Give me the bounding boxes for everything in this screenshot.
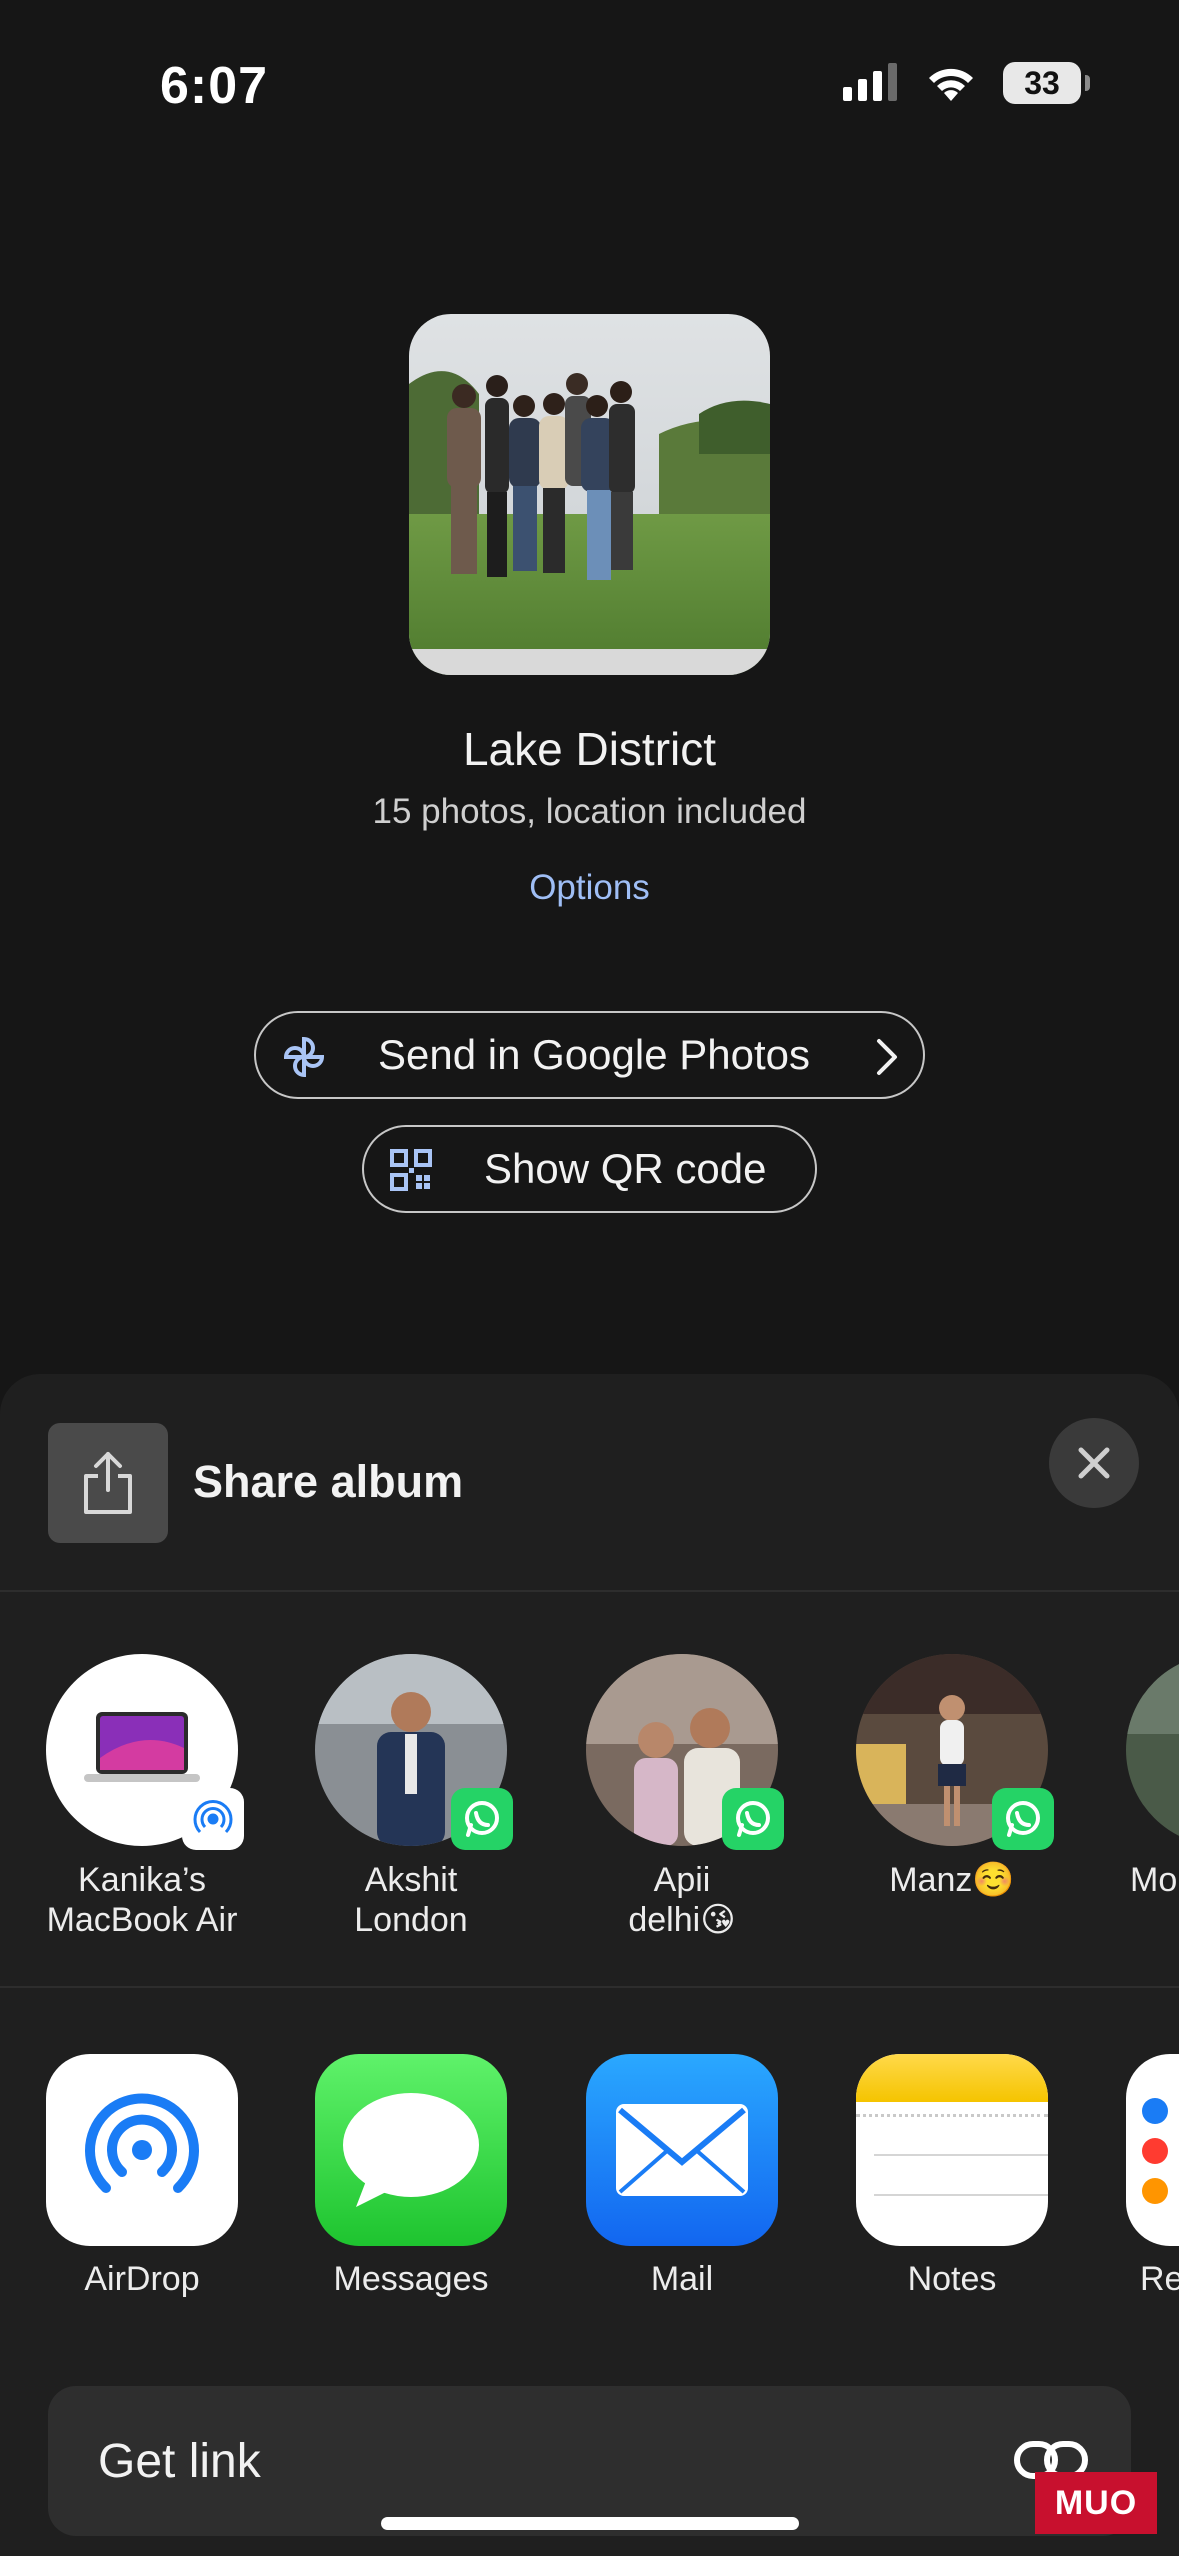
group-photo-image — [409, 314, 770, 675]
avatar — [46, 1654, 244, 1850]
app-mail[interactable]: Mail — [586, 2054, 778, 2299]
qr-code-icon — [390, 1149, 432, 1191]
reminders-icon — [1126, 2054, 1179, 2246]
album-cover-photo[interactable] — [409, 314, 770, 675]
screen: 6:07 33 Lake District 15 photos, locatio… — [0, 0, 1179, 2556]
share-target-person[interactable]: Mo — [1126, 1654, 1179, 1900]
show-qr-code-button[interactable]: Show QR code — [362, 1125, 817, 1213]
divider — [0, 1590, 1179, 1592]
share-target-person[interactable]: Apii delhi😘 — [586, 1654, 784, 1940]
close-button[interactable] — [1049, 1418, 1139, 1508]
app-label: Notes — [907, 2260, 997, 2298]
divider — [0, 1986, 1179, 1988]
app-reminders[interactable]: Re — [1126, 2054, 1179, 2299]
cellular-signal-icon — [843, 63, 897, 101]
airdrop-badge-icon — [182, 1788, 244, 1850]
app-messages[interactable]: Messages — [315, 2054, 507, 2299]
avatar — [586, 1654, 784, 1850]
whatsapp-icon — [451, 1788, 513, 1850]
app-label: Re — [1140, 2260, 1179, 2298]
album-title: Lake District — [462, 723, 717, 775]
close-icon — [1078, 1447, 1110, 1479]
home-indicator — [381, 2517, 799, 2530]
person-name: Mo — [1130, 1861, 1178, 1899]
qr-label: Show QR code — [484, 1145, 767, 1192]
avatar — [1126, 1654, 1179, 1846]
person-name: Kanika’s MacBook Air — [46, 1861, 238, 1939]
share-target-person[interactable]: Akshit London — [315, 1654, 513, 1940]
avatar — [856, 1654, 1054, 1850]
chevron-right-icon — [873, 1035, 901, 1079]
person-name: Akshit London — [354, 1861, 468, 1939]
avatar — [315, 1654, 513, 1850]
share-target-person[interactable]: Manz☺️ — [856, 1654, 1054, 1900]
share-sheet: Share album — [0, 1374, 1179, 2556]
app-label: Mail — [650, 2260, 714, 2298]
whatsapp-icon — [992, 1788, 1054, 1850]
person-name: Manz☺️ — [889, 1861, 1015, 1899]
app-label: Messages — [333, 2260, 489, 2298]
status-time: 6:07 — [160, 57, 269, 115]
options-link[interactable]: Options — [0, 868, 1179, 908]
person-name: Apii delhi😘 — [628, 1861, 736, 1939]
battery-indicator: 33 — [1003, 62, 1090, 104]
album-subtitle: 15 photos, location included — [372, 792, 807, 831]
whatsapp-icon — [722, 1788, 784, 1850]
muo-watermark: MUO — [1035, 2472, 1157, 2534]
wifi-icon — [929, 68, 973, 101]
google-photos-pinwheel-icon — [282, 1035, 326, 1079]
get-link-label: Get link — [98, 2435, 261, 2488]
app-airdrop[interactable]: AirDrop — [46, 2054, 238, 2299]
share-icon — [48, 1423, 168, 1543]
airdrop-icon — [46, 2054, 238, 2246]
send-in-google-photos-button[interactable]: Send in Google Photos — [254, 1011, 925, 1099]
messages-icon — [315, 2054, 507, 2246]
notes-icon — [856, 2054, 1048, 2246]
share-target-person[interactable]: Kanika’s MacBook Air — [46, 1654, 244, 1940]
app-label: AirDrop — [84, 2260, 200, 2298]
status-icons: 33 — [843, 62, 1090, 104]
send-label: Send in Google Photos — [378, 1031, 810, 1078]
app-notes[interactable]: Notes — [856, 2054, 1048, 2299]
mail-icon — [586, 2054, 778, 2246]
get-link-button[interactable]: Get link — [48, 2386, 1131, 2536]
macbook-icon — [84, 1712, 200, 1782]
share-sheet-title: Share album — [193, 1456, 464, 1507]
